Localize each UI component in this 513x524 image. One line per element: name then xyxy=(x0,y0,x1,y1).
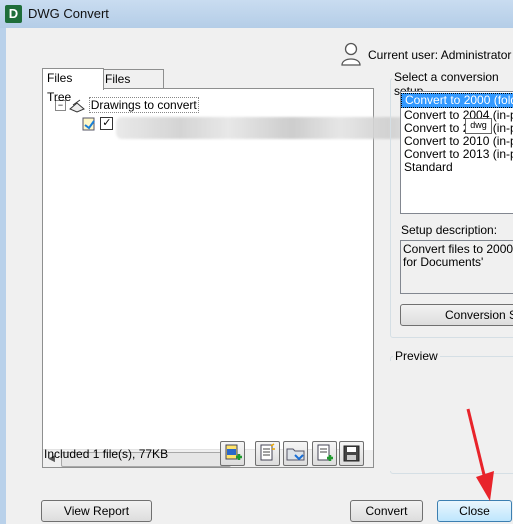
add-list-button[interactable] xyxy=(255,441,280,466)
conversion-setup-button[interactable]: Conversion Se xyxy=(400,304,513,326)
add-items-button[interactable] xyxy=(312,441,337,466)
app-window: D DWG Convert Current user: Administrato… xyxy=(0,0,513,524)
save-list-button[interactable] xyxy=(339,441,364,466)
included-status: Included 1 file(s), 77KB xyxy=(44,447,169,461)
dwg-tooltip: dwg xyxy=(465,118,492,134)
conversion-setup-list[interactable]: Convert to 2000 (folder Convert to 2004 … xyxy=(400,91,513,214)
current-user-label: Current user: Administrator xyxy=(368,48,512,62)
add-folder-icon xyxy=(286,448,305,461)
add-file-button[interactable] xyxy=(220,441,245,466)
blurred-file-path xyxy=(116,117,436,139)
save-icon xyxy=(343,445,360,462)
window-title: DWG Convert xyxy=(28,6,109,21)
tree-root-row[interactable]: − Drawings to convert xyxy=(55,97,199,113)
drawings-folder-icon xyxy=(69,99,86,113)
setup-description-box: Convert files to 2000 for Documents' xyxy=(400,240,513,294)
add-items-icon xyxy=(317,444,333,461)
add-list-icon xyxy=(260,443,275,461)
add-file-icon xyxy=(225,444,242,460)
file-checkbox[interactable]: ✓ xyxy=(100,117,114,131)
add-folder-button[interactable] xyxy=(283,441,308,466)
annotation-arrow-icon xyxy=(466,408,494,501)
tab-files-table[interactable]: Files Table xyxy=(100,69,164,105)
title-bar[interactable]: D DWG Convert xyxy=(0,0,513,28)
setup-description-label: Setup description: xyxy=(401,223,498,237)
user-icon xyxy=(341,42,361,66)
tab-files-tree[interactable]: Files Tree xyxy=(42,68,104,104)
files-tree-panel: − Drawings to convert ✓ ◀ ▶ xyxy=(42,88,374,468)
view-report-button[interactable]: View Report xyxy=(41,500,152,522)
list-item[interactable]: Standard xyxy=(401,161,513,174)
app-icon: D xyxy=(5,5,22,23)
tab-label: Files Tree xyxy=(47,71,73,104)
list-item[interactable]: Convert to 2000 (folder xyxy=(401,93,513,108)
convert-button[interactable]: Convert xyxy=(350,500,423,522)
drawing-file-icon xyxy=(82,117,95,131)
tree-root-label: Drawings to convert xyxy=(88,97,199,113)
tree-child-row[interactable]: ✓ xyxy=(81,115,114,131)
dialog-client: Current user: Administrator Files Tree F… xyxy=(6,28,513,524)
